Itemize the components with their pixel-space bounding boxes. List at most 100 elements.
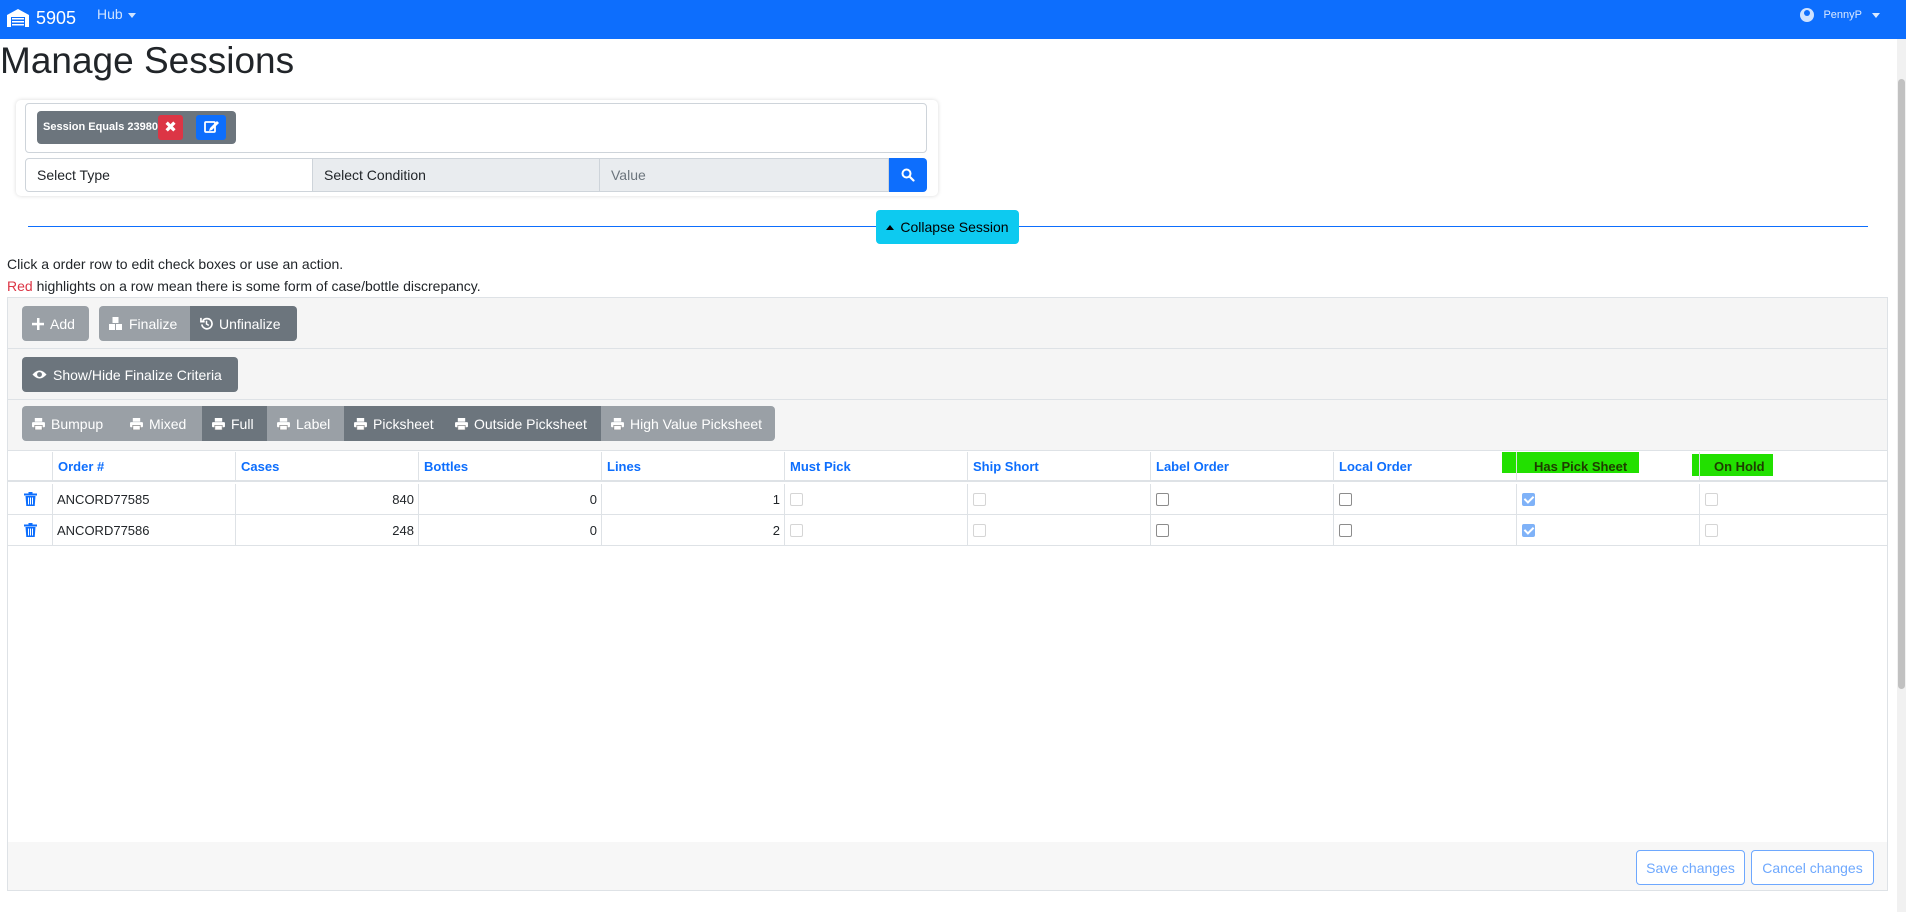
th-cases[interactable]: Cases — [235, 452, 418, 482]
cell-bottles: 0 — [418, 515, 601, 546]
th-order[interactable]: Order # — [52, 452, 235, 482]
cell-on-hold — [1699, 515, 1887, 546]
printer-icon — [130, 417, 143, 430]
user-name: PennyP — [1823, 9, 1862, 21]
cell-order: ANCORD77586 — [52, 515, 235, 546]
close-icon: ✖ — [164, 119, 177, 136]
print-high-value-picksheet-button[interactable]: High Value Picksheet — [601, 406, 775, 441]
th-label-order[interactable]: Label Order — [1150, 452, 1333, 482]
print-bumpup-button[interactable]: Bumpup — [22, 406, 120, 441]
cell-ship-short — [967, 484, 1150, 515]
cell-on-hold — [1699, 484, 1887, 515]
scrollbar-thumb[interactable] — [1898, 79, 1905, 689]
page-scrollbar[interactable] — [1897, 39, 1906, 912]
cell-must-pick — [784, 515, 967, 546]
collapse-session-button[interactable]: Collapse Session — [876, 210, 1019, 244]
has-pick-sheet-checkbox[interactable] — [1522, 493, 1535, 506]
hub-label: Hub — [97, 6, 123, 22]
th-ship-short[interactable]: Ship Short — [967, 452, 1150, 482]
th-bottles[interactable]: Bottles — [418, 452, 601, 482]
boxes-icon — [109, 317, 122, 330]
on-hold-checkbox[interactable] — [1705, 524, 1718, 537]
print-outside-picksheet-button[interactable]: Outside Picksheet — [445, 406, 601, 441]
local-order-checkbox[interactable] — [1339, 524, 1352, 537]
brand-link[interactable]: 5905 — [6, 5, 76, 31]
save-changes-button[interactable]: Save changes — [1636, 850, 1745, 885]
th-on-hold[interactable]: On Hold — [1699, 452, 1887, 482]
warehouse-icon — [7, 9, 29, 27]
print-button-label: Label — [296, 415, 331, 432]
collapse-session-label: Collapse Session — [900, 219, 1009, 235]
must-pick-checkbox[interactable] — [790, 493, 803, 506]
chevron-down-icon — [1872, 12, 1880, 18]
has-pick-sheet-checkbox[interactable] — [1522, 524, 1535, 537]
show-hide-criteria-label: Show/Hide Finalize Criteria — [53, 366, 222, 383]
select-type-dropdown[interactable]: Select Type — [25, 158, 313, 192]
cell-cases: 840 — [235, 484, 418, 515]
hub-menu[interactable]: Hub — [97, 6, 136, 22]
label-order-checkbox[interactable] — [1156, 524, 1169, 537]
print-button-label: Mixed — [149, 415, 187, 432]
select-condition-dropdown[interactable]: Select Condition — [313, 158, 600, 192]
row-actions-cell — [8, 484, 52, 515]
trash-icon[interactable] — [24, 523, 37, 537]
show-hide-criteria-button[interactable]: Show/Hide Finalize Criteria — [22, 357, 238, 392]
unfinalize-button[interactable]: Unfinalize — [190, 306, 297, 341]
finalize-button[interactable]: Finalize — [99, 306, 190, 341]
ship-short-checkbox[interactable] — [973, 493, 986, 506]
th-lines[interactable]: Lines — [601, 452, 784, 482]
page-title: Manage Sessions — [0, 40, 295, 81]
add-button[interactable]: Add — [22, 306, 89, 341]
th-must-pick[interactable]: Must Pick — [784, 452, 967, 482]
trash-icon[interactable] — [24, 492, 37, 506]
must-pick-checkbox[interactable] — [790, 524, 803, 537]
table-row[interactable]: ANCORD77585 840 0 1 — [8, 484, 1887, 515]
search-icon — [901, 168, 915, 182]
unfinalize-label: Unfinalize — [219, 315, 281, 332]
cell-label-order — [1150, 515, 1333, 546]
print-button-label: High Value Picksheet — [630, 415, 763, 432]
cancel-changes-button[interactable]: Cancel changes — [1751, 850, 1874, 885]
ship-short-checkbox[interactable] — [973, 524, 986, 537]
chevron-down-icon — [127, 12, 136, 18]
user-menu[interactable]: PennyP — [1800, 8, 1880, 22]
user-circle-icon — [1800, 8, 1815, 22]
orders-table-header: Order # Cases Bottles Lines Must Pick Sh… — [8, 452, 1887, 482]
filter-chip: Session Equals 23980 ✖ — [37, 111, 236, 144]
history-icon — [200, 317, 213, 330]
printer-icon — [277, 417, 290, 430]
action-toolbar: Add Finalize Unfinalize — [8, 298, 1887, 349]
table-row[interactable]: ANCORD77586 248 0 2 — [8, 515, 1887, 546]
filter-input-row: Select Type Select Condition Value — [25, 158, 927, 192]
help-text-2: Red highlights on a row mean there is so… — [7, 278, 481, 294]
printer-icon — [354, 417, 367, 430]
brand-number: 5905 — [36, 7, 77, 28]
edit-filter-button[interactable] — [196, 115, 226, 140]
finalize-label: Finalize — [129, 315, 178, 332]
print-button-label: Outside Picksheet — [474, 415, 587, 432]
cell-ship-short — [967, 515, 1150, 546]
local-order-checkbox[interactable] — [1339, 493, 1352, 506]
orders-panel: Add Finalize Unfinalize Show/Hide Finali… — [7, 297, 1888, 891]
value-input[interactable]: Value — [600, 158, 889, 192]
th-has-pick-sheet[interactable]: Has Pick Sheet — [1516, 452, 1699, 482]
cell-cases: 248 — [235, 515, 418, 546]
remove-filter-button[interactable]: ✖ — [158, 115, 183, 140]
print-full-button[interactable]: Full — [202, 406, 267, 441]
label-order-checkbox[interactable] — [1156, 493, 1169, 506]
cell-local-order — [1333, 515, 1516, 546]
help-red-word: Red — [7, 278, 33, 294]
criteria-toolbar: Show/Hide Finalize Criteria — [8, 349, 1887, 400]
print-picksheet-button[interactable]: Picksheet — [344, 406, 445, 441]
print-label-button[interactable]: Label — [267, 406, 344, 441]
printer-icon — [32, 417, 45, 430]
row-actions-cell — [8, 515, 52, 546]
print-button-label: Full — [231, 415, 254, 432]
printer-icon — [455, 417, 468, 430]
print-mixed-button[interactable]: Mixed — [120, 406, 202, 441]
search-button[interactable] — [889, 158, 927, 192]
on-hold-checkbox[interactable] — [1705, 493, 1718, 506]
cell-local-order — [1333, 484, 1516, 515]
th-local-order[interactable]: Local Order — [1333, 452, 1516, 482]
print-toolbar: Bumpup Mixed Full Label Picksheet Outside Pic… — [8, 400, 1887, 451]
